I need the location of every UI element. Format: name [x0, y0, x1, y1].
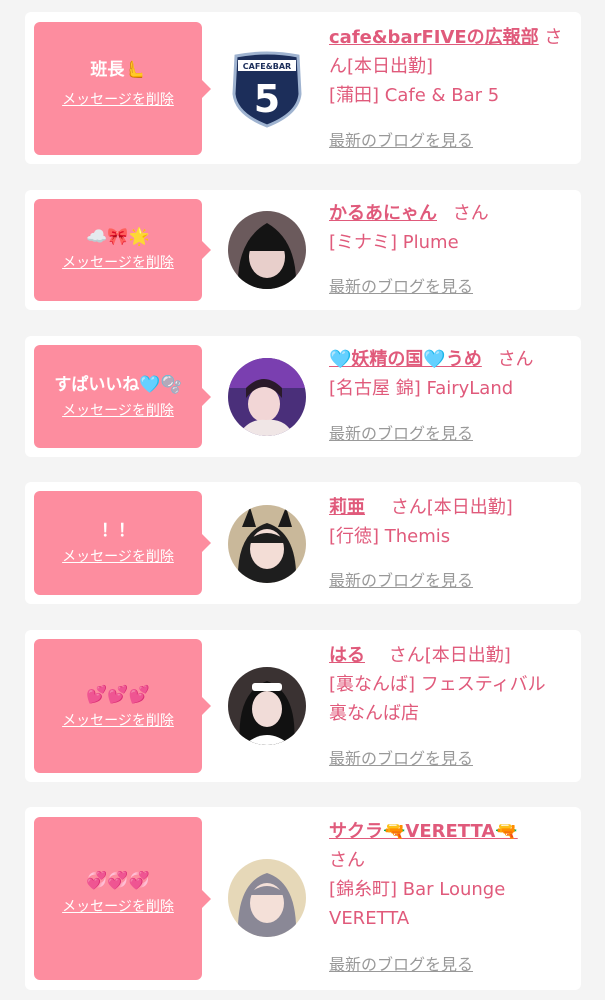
- status-badge: [本日出勤]: [426, 497, 513, 518]
- honorific: さん: [390, 497, 427, 518]
- status-badge: [本日出勤]: [424, 645, 511, 666]
- user-info: 🩵妖精の国🩵うめ さん [名古屋 錦] FairyLand: [329, 345, 569, 403]
- logo-top-text: CAFE&BAR: [243, 62, 291, 71]
- message-text: 班長🫷: [90, 60, 146, 80]
- shop-name: [裏なんば] フェスティバル 裏なんば店: [329, 674, 546, 724]
- message-card: 班長🫷 メッセージを削除 CAFE&BAR 5 cafe&barFIVEの広報部…: [25, 12, 581, 164]
- logo-number: 5: [254, 77, 280, 121]
- message-card: すぱいいね🩵🫧 メッセージを削除 🩵妖精の国🩵うめ さん [名古屋 錦] Fai…: [25, 336, 581, 457]
- delete-message-link[interactable]: メッセージを削除: [34, 711, 202, 731]
- message-text: すぱいいね🩵🫧: [54, 375, 182, 395]
- blog-link[interactable]: 最新のブログを見る: [329, 748, 473, 770]
- shop-name: [名古屋 錦] FairyLand: [329, 378, 514, 399]
- honorific: さん: [497, 349, 534, 370]
- message-bubble: 班長🫷 メッセージを削除: [34, 22, 211, 155]
- user-name-link[interactable]: 莉亜: [329, 497, 365, 518]
- user-name-link[interactable]: 🩵妖精の国🩵うめ: [329, 349, 482, 370]
- message-text: ！！: [101, 521, 135, 541]
- message-text: 💕💕💕: [86, 685, 150, 705]
- shop-logo[interactable]: CAFE&BAR 5: [228, 50, 306, 128]
- avatar[interactable]: [228, 505, 306, 583]
- user-info: かるあにゃん さん [ミナミ] Plume: [329, 199, 569, 257]
- avatar[interactable]: [228, 859, 306, 937]
- blog-link[interactable]: 最新のブログを見る: [329, 954, 473, 976]
- message-bubble: 💕💕💕 メッセージを削除: [34, 639, 211, 773]
- blog-link[interactable]: 最新のブログを見る: [329, 276, 473, 298]
- message-card: ☁️🎀🌟 メッセージを削除 かるあにゃん さん [ミナミ] Plume 最新のブ…: [25, 190, 581, 310]
- user-info: 莉亜 さん[本日出勤] [行徳] Themis: [329, 493, 569, 551]
- user-name-link[interactable]: cafe&barFIVEの広報部: [329, 27, 539, 48]
- delete-message-link[interactable]: メッセージを削除: [34, 90, 202, 110]
- message-text: 💞💞💞: [86, 871, 150, 891]
- user-name-link[interactable]: サクラ🔫VERETTA🔫: [329, 821, 518, 842]
- message-bubble: すぱいいね🩵🫧 メッセージを削除: [34, 345, 211, 448]
- avatar[interactable]: [228, 211, 306, 289]
- user-name-link[interactable]: はる: [329, 645, 365, 666]
- shop-name: [錦糸町] Bar Lounge VERETTA: [329, 879, 506, 929]
- shop-name: [蒲田] Cafe & Bar 5: [329, 85, 500, 106]
- user-info: サクラ🔫VERETTA🔫 さん [錦糸町] Bar Lounge VERETTA: [329, 817, 569, 933]
- avatar[interactable]: [228, 358, 306, 436]
- blog-link[interactable]: 最新のブログを見る: [329, 570, 473, 592]
- honorific: さん: [452, 203, 489, 224]
- shop-name: [行徳] Themis: [329, 526, 451, 547]
- user-name-link[interactable]: かるあにゃん: [329, 203, 437, 224]
- honorific: さん: [329, 850, 365, 871]
- delete-message-link[interactable]: メッセージを削除: [34, 401, 202, 421]
- status-badge: [本日出勤]: [347, 56, 434, 77]
- delete-message-link[interactable]: メッセージを削除: [34, 253, 202, 273]
- message-bubble: ☁️🎀🌟 メッセージを削除: [34, 199, 211, 301]
- shop-name: [ミナミ] Plume: [329, 232, 459, 253]
- user-info: はる さん[本日出勤] [裏なんば] フェスティバル 裏なんば店: [329, 641, 569, 728]
- user-info: cafe&barFIVEの広報部 さん[本日出勤] [蒲田] Cafe & Ba…: [329, 23, 569, 110]
- message-card: ！！ メッセージを削除 莉亜 さん[本日出勤] [行徳] Themis 最新のブ…: [25, 482, 581, 604]
- message-bubble: ！！ メッセージを削除: [34, 491, 211, 595]
- blog-link[interactable]: 最新のブログを見る: [329, 423, 473, 445]
- message-bubble: 💞💞💞 メッセージを削除: [34, 817, 211, 980]
- honorific: さん: [388, 645, 425, 666]
- delete-message-link[interactable]: メッセージを削除: [34, 897, 202, 917]
- avatar[interactable]: [228, 667, 306, 745]
- message-card: 💕💕💕 メッセージを削除 はる さん[本日出勤] [裏なんば] フェスティバル …: [25, 630, 581, 782]
- blog-link[interactable]: 最新のブログを見る: [329, 130, 473, 152]
- message-text: ☁️🎀🌟: [86, 227, 150, 247]
- message-card: 💞💞💞 メッセージを削除 サクラ🔫VERETTA🔫 さん [錦糸町] Bar L…: [25, 807, 581, 990]
- delete-message-link[interactable]: メッセージを削除: [34, 547, 202, 567]
